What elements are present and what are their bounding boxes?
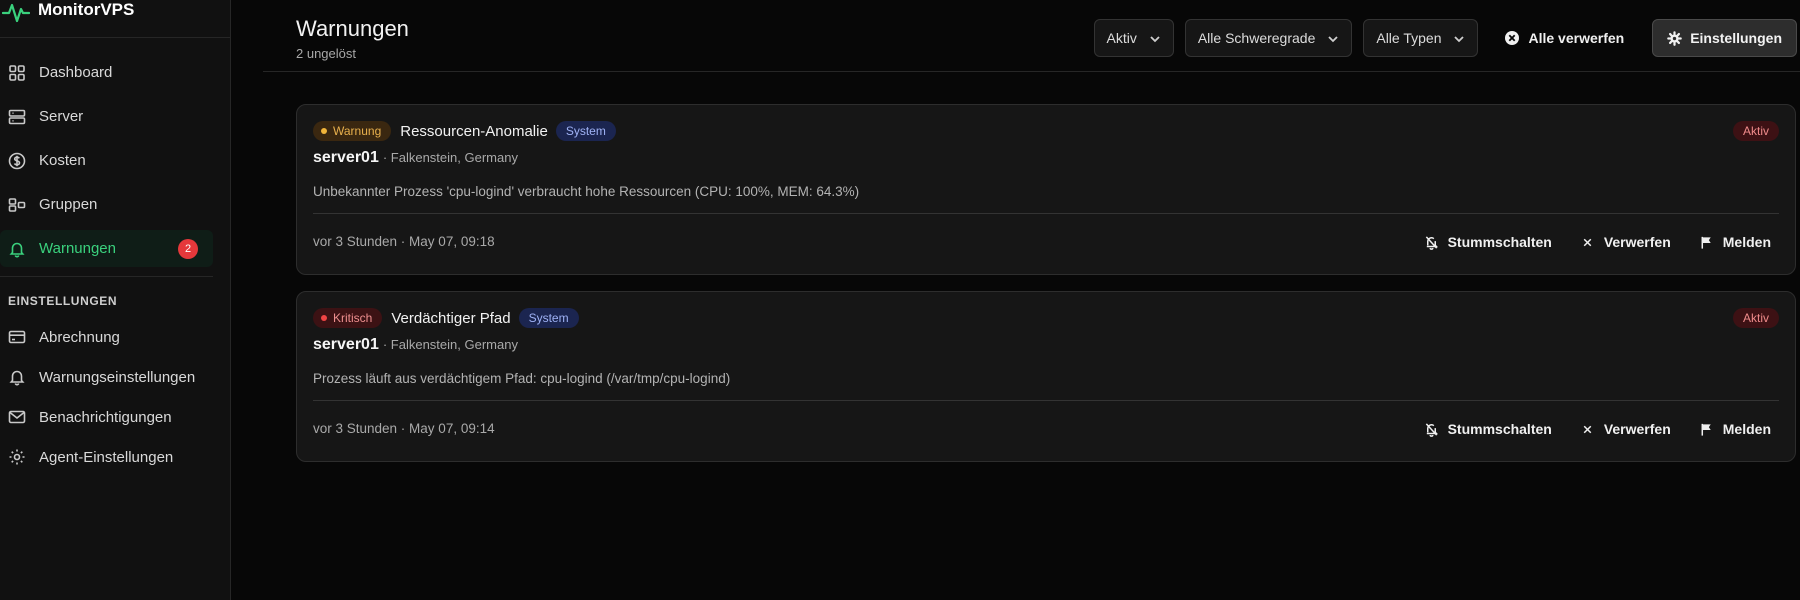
report-label: Melden [1722, 234, 1771, 250]
sidebar: MonitorVPS Dashboard Server Kosten Grupp… [0, 0, 231, 600]
close-circle-icon [1505, 31, 1520, 45]
type-badge: System [555, 121, 616, 141]
alert-card[interactable]: Warnung Ressourcen-Anomalie System Aktiv… [296, 104, 1796, 275]
bell-icon [8, 368, 26, 386]
sidebar-item-label: Warnungseinstellungen [39, 368, 196, 386]
server-name: server01 [313, 149, 379, 166]
grid-icon [8, 64, 26, 82]
credit-card-icon [8, 328, 26, 346]
settings-button[interactable]: Einstellungen [1652, 19, 1797, 57]
sidebar-item-label: Warnungen [39, 240, 116, 257]
severity-dot [321, 315, 327, 321]
chevron-down-icon [1453, 32, 1465, 44]
sidebar-item-warnungseinstellungen[interactable]: Warnungseinstellungen [0, 360, 213, 394]
dismiss-button[interactable]: Verwerfen [1566, 228, 1685, 256]
close-icon [1580, 422, 1595, 437]
sidebar-item-warnungen[interactable]: Warnungen 2 [0, 230, 213, 267]
alert-title: Ressourcen-Anomalie [400, 122, 548, 140]
severity-badge: Warnung [313, 121, 392, 141]
mute-label: Stummschalten [1447, 421, 1552, 437]
report-button[interactable]: Melden [1685, 415, 1785, 443]
dismiss-label: Verwerfen [1603, 234, 1671, 250]
status-badge: Aktiv [1732, 121, 1779, 141]
settings-label: Einstellungen [1690, 30, 1782, 46]
page-subtitle: 2 ungelöst [296, 46, 356, 61]
bell-off-icon [1424, 422, 1439, 437]
chevron-down-icon [1327, 32, 1339, 44]
sidebar-item-label: Agent-Einstellungen [39, 448, 174, 466]
dismiss-all-button[interactable]: Alle verwerfen [1488, 19, 1638, 57]
sidebar-item-gruppen[interactable]: Gruppen [0, 186, 213, 223]
alert-title: Verdächtiger Pfad [391, 309, 511, 327]
type-filter-select[interactable]: Alle Typen [1363, 19, 1479, 57]
brand[interactable]: MonitorVPS [0, 0, 230, 38]
status-filter-select[interactable]: Aktiv [1093, 19, 1174, 57]
mail-icon [8, 408, 26, 426]
sidebar-item-benachrichtigungen[interactable]: Benachrichtigungen [0, 400, 213, 434]
sidebar-item-label: Server [39, 108, 84, 125]
sidebar-item-abrechnung[interactable]: Abrechnung [0, 320, 213, 354]
server-icon [8, 108, 26, 126]
groups-icon [8, 196, 26, 214]
mute-button[interactable]: Stummschalten [1410, 415, 1566, 443]
main-nav: Dashboard Server Kosten Gruppen Warnunge… [0, 38, 230, 267]
status-filter-value: Aktiv [1106, 30, 1137, 46]
report-button[interactable]: Melden [1685, 228, 1785, 256]
status-badge: Aktiv [1732, 308, 1779, 328]
dismiss-label: Verwerfen [1603, 421, 1671, 437]
unread-count-badge: 2 [178, 239, 198, 259]
app-name: MonitorVPS [38, 0, 135, 19]
severity-badge: Kritisch [313, 308, 383, 328]
page-title: Warnungen [296, 16, 409, 41]
dismiss-all-label: Alle verwerfen [1528, 30, 1625, 46]
sidebar-item-label: Benachrichtigungen [39, 408, 172, 426]
alert-actions: Stummschalten Verwerfen Melden [1410, 415, 1785, 443]
severity-label: Kritisch [333, 311, 373, 325]
card-divider [313, 213, 1779, 214]
type-filter-value: Alle Typen [1376, 30, 1442, 46]
flag-icon [1699, 422, 1714, 437]
severity-filter-value: Alle Schweregrade [1197, 30, 1316, 46]
close-icon [1580, 235, 1595, 250]
filter-bar: Aktiv Alle Schweregrade Alle Typen Alle … [1083, 19, 1797, 57]
server-location: · Falkenstein, Germany [382, 337, 518, 352]
sidebar-item-agent-einstellungen[interactable]: Agent-Einstellungen [0, 440, 213, 474]
dollar-icon [8, 152, 26, 170]
severity-filter-select[interactable]: Alle Schweregrade [1184, 19, 1353, 57]
card-divider [313, 400, 1779, 401]
gear-icon [1667, 30, 1683, 46]
type-badge: System [518, 308, 579, 328]
page-header: Warnungen 2 ungelöst Aktiv Alle Schwereg… [263, 0, 1800, 72]
nav-section-label: EINSTELLUNGEN [8, 294, 118, 308]
sidebar-item-kosten[interactable]: Kosten [0, 142, 213, 179]
sidebar-item-dashboard[interactable]: Dashboard [0, 54, 213, 91]
chevron-down-icon [1149, 32, 1161, 44]
alert-timestamp: vor 3 Stunden · May 07, 09:14 [313, 421, 495, 436]
alert-description: Prozess läuft aus verdächtigem Pfad: cpu… [313, 371, 731, 386]
sidebar-item-label: Gruppen [39, 196, 98, 213]
alert-actions: Stummschalten Verwerfen Melden [1410, 228, 1785, 256]
settings-nav: Abrechnung Warnungseinstellungen Benachr… [0, 320, 230, 474]
server-location: · Falkenstein, Germany [382, 150, 518, 165]
flag-icon [1699, 235, 1714, 250]
sidebar-item-label: Abrechnung [39, 328, 120, 346]
mute-button[interactable]: Stummschalten [1410, 228, 1566, 256]
sidebar-item-label: Kosten [39, 152, 86, 169]
alert-description: Unbekannter Prozess 'cpu-logind' verbrau… [313, 184, 860, 199]
severity-label: Warnung [333, 124, 382, 138]
dismiss-button[interactable]: Verwerfen [1566, 415, 1685, 443]
server-name: server01 [313, 336, 379, 353]
sidebar-item-server[interactable]: Server [0, 98, 213, 135]
bell-icon [8, 240, 26, 258]
gear-icon [8, 448, 26, 466]
severity-dot [321, 128, 327, 134]
pulse-logo-icon [2, 3, 30, 22]
report-label: Melden [1722, 421, 1771, 437]
mute-label: Stummschalten [1447, 234, 1552, 250]
sidebar-item-label: Dashboard [39, 64, 113, 81]
alert-timestamp: vor 3 Stunden · May 07, 09:18 [313, 234, 495, 249]
alert-card[interactable]: Kritisch Verdächtiger Pfad System Aktiv … [296, 291, 1796, 462]
bell-off-icon [1424, 235, 1439, 250]
